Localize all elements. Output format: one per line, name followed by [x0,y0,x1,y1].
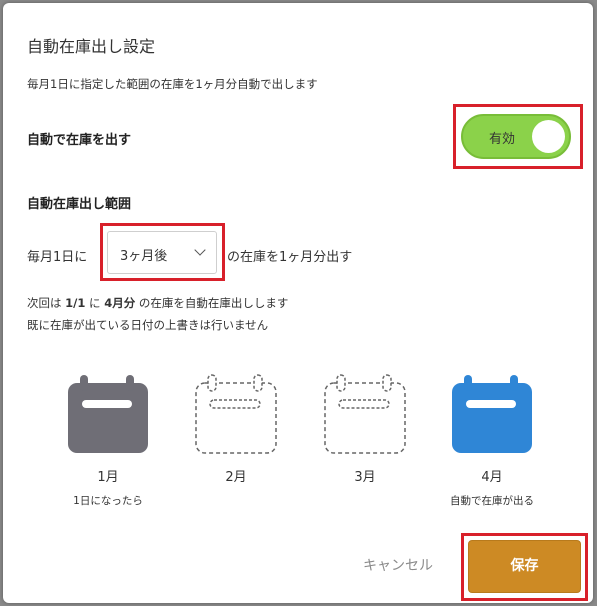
dialog-title: 自動在庫出し設定 [27,37,156,56]
timeline-month-label: 4月 [481,470,503,485]
overwrite-note: 既に在庫が出ている日付の上書きは行いません [27,318,269,332]
range-select-value: 3ヶ月後 [120,249,168,264]
calendar-icon-april [452,375,532,453]
timeline-month-label: 1月 [97,470,119,485]
range-suffix-text: の在庫を1ヶ月分出す [227,250,353,265]
chevron-down-icon [194,244,206,256]
next-run-info: 次回は 1/1 に 4月分 の在庫を自動在庫出しします [27,296,289,310]
calendar-icon-march [324,374,406,454]
auto-stock-toggle[interactable]: 有効 [461,114,571,159]
dialog-description: 毎月1日に指定した範囲の在庫を1ヶ月分自動で出します [27,77,318,91]
cancel-button[interactable]: キャンセル [348,549,448,583]
calendar-icon-january [68,375,148,453]
range-prefix-text: 毎月1日に [27,250,88,265]
toggle-state-text: 有効 [489,132,516,147]
save-button[interactable]: 保存 [468,540,581,593]
timeline-month-caption: 1日になったら [73,495,143,507]
timeline-month-label: 2月 [225,470,247,485]
range-heading: 自動在庫出し範囲 [27,197,132,212]
toggle-knob [532,120,565,153]
timeline-month-label: 3月 [354,470,376,485]
auto-stock-dialog: 自動在庫出し設定 毎月1日に指定した範囲の在庫を1ヶ月分自動で出します 自動で在… [3,3,593,603]
range-select[interactable]: 3ヶ月後 [107,231,217,274]
timeline-month-caption: 自動で在庫が出る [450,495,534,507]
calendar-icon-february [195,374,277,454]
next-run-date: 1/1 [65,296,86,310]
auto-toggle-label: 自動で在庫を出す [27,133,132,148]
next-run-month: 4月分 [104,296,136,310]
